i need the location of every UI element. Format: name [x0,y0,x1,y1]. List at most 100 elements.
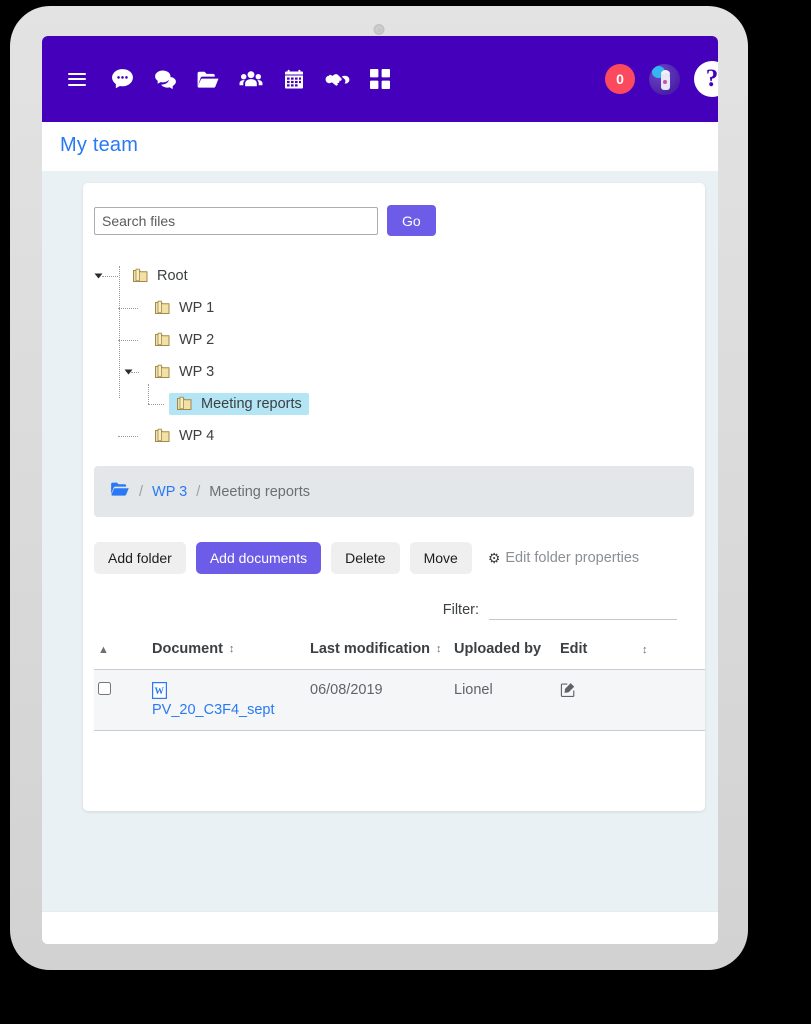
tablet-frame: 0 ? My team Go [10,6,748,970]
apps-grid-icon[interactable] [367,66,393,92]
folder-icon [176,396,193,412]
table-head: ▲ Document ↕ Last modification ↕ Uploade… [94,640,705,670]
folder-tree: Root WP 1 WP 2 WP 3 Meeting reports WP 4 [83,236,705,452]
tree-node-label: WP 2 [179,332,215,348]
notification-badge[interactable]: 0 [605,64,635,94]
sort-toggle-icon[interactable]: ↕ [229,644,235,655]
add-folder-button[interactable]: Add folder [94,542,186,574]
search-row: Go [83,201,705,236]
column-header-edit[interactable]: Edit [556,640,638,670]
row-checkbox[interactable] [98,681,111,695]
filter-input[interactable] [489,600,677,620]
folder-icon [154,332,171,348]
tree-node-label: WP 4 [179,428,215,444]
screen: 0 ? My team Go [42,36,718,944]
tree-node-root[interactable]: Root [125,265,195,287]
column-header-uploaded-by[interactable]: Uploaded by [450,640,556,670]
column-header-extra-1[interactable]: ↕ [638,640,702,670]
column-header-label: Edit [560,641,588,657]
cell-delete [702,669,705,731]
folder-actions-toolbar: Add folder Add documents Delete Move ⚙ E… [83,517,705,574]
column-header-label: Last modification [310,641,431,657]
tree-hook [95,292,147,324]
svg-text:W: W [155,687,165,697]
column-header-select[interactable]: ▲ [94,640,148,670]
gear-icon: ⚙ [487,549,501,566]
page-body: Go [42,171,718,911]
navbar-right-actions: 0 ? [605,61,718,97]
tree-hook [95,356,147,388]
edit-folder-properties-button[interactable]: ⚙ Edit folder properties [482,550,639,567]
files-card: Go [83,183,705,811]
top-navbar: 0 ? [42,36,718,122]
calendar-icon[interactable] [281,66,307,92]
filter-row: Filter: [83,574,705,620]
tree-node-wp-2[interactable]: WP 2 [147,329,221,351]
comments-icon[interactable] [152,66,178,92]
table-body: W PV_20_C3F4_sept 06/08/2019 Lionel [94,669,705,731]
search-go-button[interactable]: Go [387,205,436,236]
add-documents-button[interactable]: Add documents [195,542,322,574]
tree-node-label: Root [157,268,188,284]
tree-hook [95,384,169,420]
column-header-label: Document [152,641,223,657]
folder-icon [154,428,171,444]
cell-last-modification: 06/08/2019 [306,669,450,731]
documents-table-wrapper: ▲ Document ↕ Last modification ↕ Uploade… [83,620,705,731]
edit-pencil-icon[interactable] [560,682,576,701]
sort-toggle-icon[interactable]: ↕ [642,644,648,656]
title-bar: My team [42,122,718,171]
users-icon[interactable] [238,66,264,92]
camera-dot [373,24,385,35]
move-button[interactable]: Move [409,542,472,574]
tree-node-wp-1[interactable]: WP 1 [147,297,221,319]
column-header-document[interactable]: Document ↕ [148,640,306,670]
sort-toggle-icon[interactable]: ↕ [436,644,442,655]
filter-label: Filter: [442,602,479,618]
tree-hook [94,260,125,292]
cell-edit [556,669,638,731]
column-header-label: Uploaded by [454,641,542,657]
breadcrumb-home-icon[interactable] [111,482,130,501]
tree-row-wp3: WP 3 [95,356,705,388]
table-header-row: ▲ Document ↕ Last modification ↕ Uploade… [94,640,705,670]
sort-asc-icon[interactable]: ▲ [98,644,109,656]
search-input[interactable] [94,206,378,235]
tree-row-root: Root [94,260,705,292]
cell-uploaded-by: Lionel [450,669,556,731]
help-icon[interactable]: ? [694,61,718,97]
tree-hook [95,420,147,452]
document-link[interactable]: PV_20_C3F4_sept [152,702,302,718]
avatar[interactable] [649,63,680,95]
navbar-left-icons [68,66,393,92]
tree-node-meeting-reports[interactable]: Meeting reports [169,393,309,415]
hamburger-menu-icon[interactable] [68,72,86,86]
handshake-icon[interactable] [324,66,350,92]
folder-icon [154,364,171,380]
breadcrumb-separator: / [139,483,144,500]
cell-select [94,669,148,731]
tree-node-wp-4[interactable]: WP 4 [147,425,221,447]
tree-row-wp1: WP 1 [95,292,705,324]
tree-node-wp-3[interactable]: WP 3 [147,361,221,383]
tree-row-wp4: WP 4 [95,420,705,452]
folder-icon [154,300,171,316]
documents-table: ▲ Document ↕ Last modification ↕ Uploade… [94,640,705,731]
tree-node-label: Meeting reports [201,396,302,412]
breadcrumb-current: Meeting reports [209,483,311,500]
tree-node-label: WP 1 [179,300,215,316]
column-header-extra-2[interactable]: ↕ [702,640,705,670]
tree-hook [95,324,147,356]
edit-folder-properties-label: Edit folder properties [505,550,640,566]
open-folder-icon[interactable] [195,66,221,92]
breadcrumb-link-parent[interactable]: WP 3 [152,484,187,500]
chat-bubble-icon[interactable] [109,66,135,92]
breadcrumb: / WP 3 / Meeting reports [94,466,694,517]
cell-extra-1 [638,669,702,731]
delete-button[interactable]: Delete [331,542,400,574]
column-header-last-modification[interactable]: Last modification ↕ [306,640,450,670]
word-document-icon: W [151,681,168,699]
tree-node-label: WP 3 [179,364,215,380]
table-row: W PV_20_C3F4_sept 06/08/2019 Lionel [94,669,705,731]
folder-icon [132,268,149,284]
